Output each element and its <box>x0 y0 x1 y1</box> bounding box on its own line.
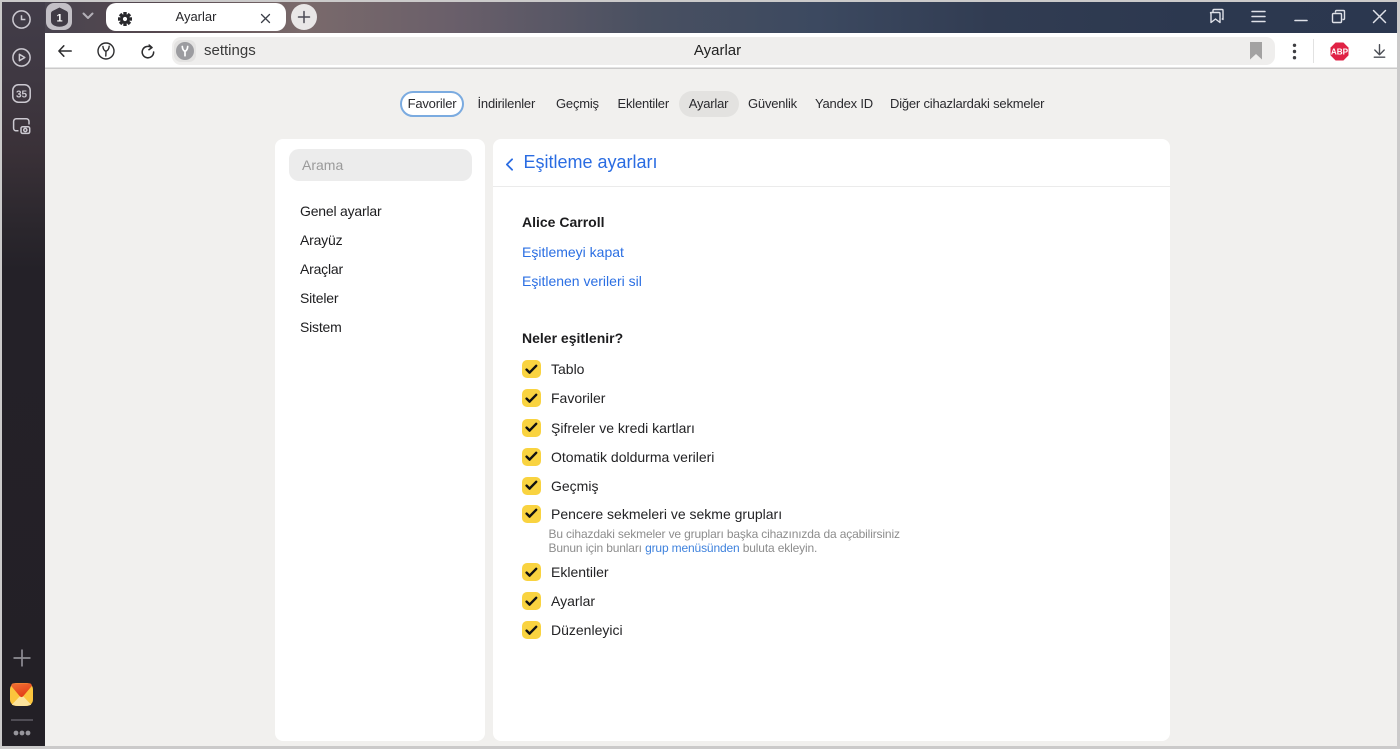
svg-text:ABP: ABP <box>1331 48 1349 57</box>
svg-text:1: 1 <box>56 12 62 24</box>
svg-text:35: 35 <box>16 89 28 100</box>
